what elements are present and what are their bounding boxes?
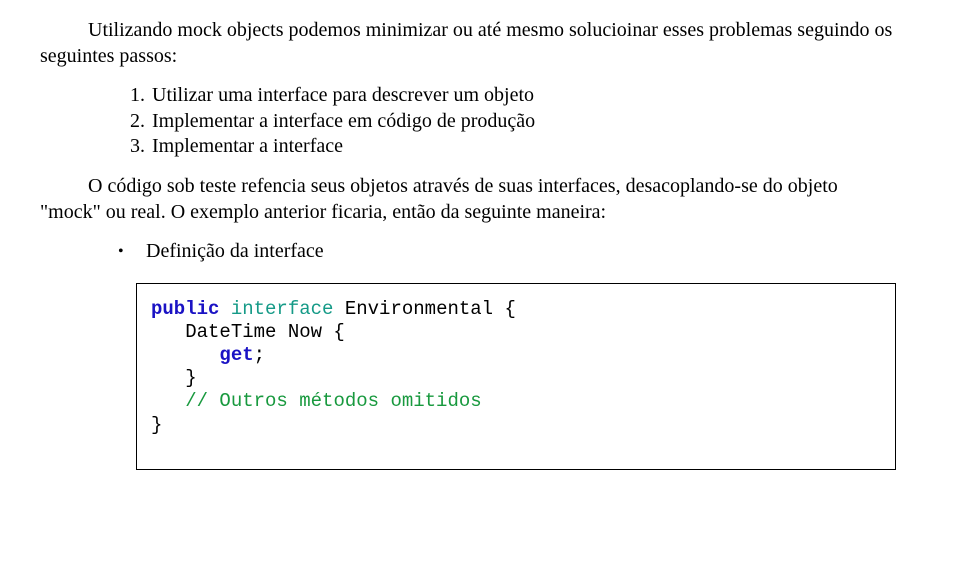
- step-number: 2.: [130, 109, 152, 135]
- list-item: 1.Utilizar uma interface para descrever …: [130, 83, 900, 109]
- code-text: [151, 390, 185, 412]
- step-text: Implementar a interface: [152, 135, 343, 157]
- code-text: }: [151, 367, 197, 389]
- list-item: 2.Implementar a interface em código de p…: [130, 109, 900, 135]
- code-text: Environmental {: [333, 298, 515, 320]
- code-text: ;: [254, 344, 265, 366]
- code-text: }: [151, 414, 162, 436]
- step-number: 3.: [130, 134, 152, 160]
- intro-paragraph: Utilizando mock objects podemos minimiza…: [40, 18, 900, 69]
- ordered-steps: 1.Utilizar uma interface para descrever …: [40, 83, 900, 160]
- document-page: Utilizando mock objects podemos minimiza…: [0, 0, 960, 580]
- list-item: 3.Implementar a interface: [130, 134, 900, 160]
- code-keyword: public: [151, 298, 219, 320]
- body-paragraph: O código sob teste refencia seus objetos…: [40, 174, 900, 225]
- code-keyword: get: [219, 344, 253, 366]
- code-snippet: public interface Environmental { DateTim…: [136, 283, 896, 470]
- bullet-item: •Definição da interface: [40, 239, 900, 265]
- step-number: 1.: [130, 83, 152, 109]
- code-text: [151, 344, 219, 366]
- code-comment: // Outros métodos omitidos: [185, 390, 481, 412]
- step-text: Implementar a interface em código de pro…: [152, 110, 535, 132]
- code-text: DateTime Now {: [151, 321, 345, 343]
- bullet-label: Definição da interface: [146, 240, 324, 262]
- bullet-dot-icon: •: [118, 242, 146, 262]
- step-text: Utilizar uma interface para descrever um…: [152, 84, 534, 106]
- code-type: interface: [219, 298, 333, 320]
